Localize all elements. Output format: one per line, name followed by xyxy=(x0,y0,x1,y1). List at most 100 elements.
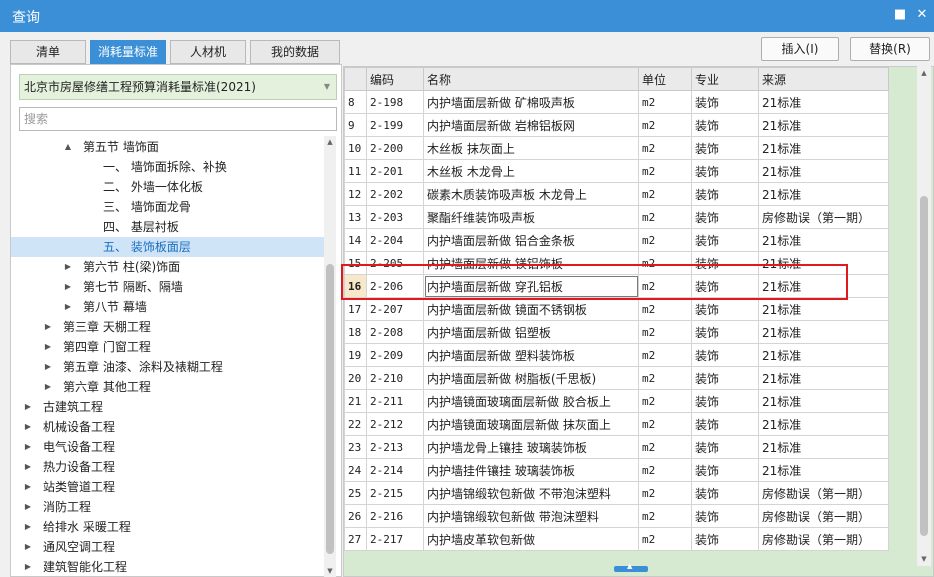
row-number-cell[interactable]: 24 xyxy=(344,458,367,482)
table-row[interactable]: 25 2-215 内护墙锦缎软包新做 不带泡沫塑料 m2 装饰 房修勘误（第一期） xyxy=(344,481,889,505)
name-cell[interactable]: 内护墙龙骨上镶挂 玻璃装饰板 xyxy=(423,435,639,459)
name-cell[interactable]: 内护墙皮革软包新做 xyxy=(423,527,639,551)
row-number-cell[interactable]: 15 xyxy=(344,251,367,275)
major-cell[interactable]: 装饰 xyxy=(691,182,759,206)
unit-cell[interactable]: m2 xyxy=(638,113,692,137)
tab-bill[interactable]: 清单 xyxy=(10,40,86,64)
close-icon[interactable]: ✕ xyxy=(914,7,930,23)
name-cell[interactable]: 碳素木质装饰吸声板 木龙骨上 xyxy=(423,182,639,206)
unit-cell[interactable]: m2 xyxy=(638,458,692,482)
major-cell[interactable]: 装饰 xyxy=(691,274,759,298)
row-number-cell[interactable]: 8 xyxy=(344,90,367,114)
table-row[interactable]: 14 2-204 内护墙面层新做 铝合金条板 m2 装饰 21标准 xyxy=(344,228,889,252)
row-number-cell[interactable]: 10 xyxy=(344,136,367,160)
table-row[interactable]: 8 2-198 内护墙面层新做 矿棉吸声板 m2 装饰 21标准 xyxy=(344,90,889,114)
code-cell[interactable]: 2-199 xyxy=(366,113,424,137)
source-cell[interactable]: 21标准 xyxy=(758,136,889,160)
table-row[interactable]: 10 2-200 木丝板 抹灰面上 m2 装饰 21标准 xyxy=(344,136,889,160)
scroll-up-icon[interactable]: ▲ xyxy=(917,66,931,80)
source-cell[interactable]: 21标准 xyxy=(758,320,889,344)
unit-cell[interactable]: m2 xyxy=(638,182,692,206)
name-cell[interactable]: 内护墙面层新做 镜面不锈钢板 xyxy=(423,297,639,321)
code-cell[interactable]: 2-205 xyxy=(366,251,424,275)
expand-icon[interactable]: ▶ xyxy=(23,517,33,537)
source-cell[interactable]: 21标准 xyxy=(758,90,889,114)
name-cell[interactable]: 内护墙面层新做 矿棉吸声板 xyxy=(423,90,639,114)
expand-icon[interactable]: ▶ xyxy=(23,477,33,497)
source-cell[interactable]: 21标准 xyxy=(758,343,889,367)
row-number-cell[interactable]: 9 xyxy=(344,113,367,137)
major-cell[interactable]: 装饰 xyxy=(691,90,759,114)
major-cell[interactable]: 装饰 xyxy=(691,366,759,390)
code-cell[interactable]: 2-215 xyxy=(366,481,424,505)
major-cell[interactable]: 装饰 xyxy=(691,481,759,505)
tree-node-sub-3[interactable]: 三、 墙饰面龙骨 xyxy=(11,197,325,217)
major-cell[interactable]: 装饰 xyxy=(691,458,759,482)
row-number-cell[interactable]: 20 xyxy=(344,366,367,390)
collapse-icon[interactable]: ▲ xyxy=(63,137,73,157)
expand-icon[interactable]: ▶ xyxy=(63,277,73,297)
code-cell[interactable]: 2-217 xyxy=(366,527,424,551)
row-number-cell[interactable]: 17 xyxy=(344,297,367,321)
expand-icon[interactable]: ▶ xyxy=(43,377,53,397)
name-cell[interactable]: 内护墙锦缎软包新做 不带泡沫塑料 xyxy=(423,481,639,505)
expand-icon[interactable]: ▶ xyxy=(43,357,53,377)
row-number-cell[interactable]: 11 xyxy=(344,159,367,183)
scroll-down-icon[interactable]: ▼ xyxy=(917,552,931,566)
table-row[interactable]: 13 2-203 聚酯纤维装饰吸声板 m2 装饰 房修勘误（第一期） xyxy=(344,205,889,229)
unit-cell[interactable]: m2 xyxy=(638,343,692,367)
unit-cell[interactable]: m2 xyxy=(638,159,692,183)
name-cell[interactable]: 内护墙镜面玻璃面层新做 胶合板上 xyxy=(423,389,639,413)
code-cell[interactable]: 2-216 xyxy=(366,504,424,528)
unit-cell[interactable]: m2 xyxy=(638,481,692,505)
column-header-unit[interactable]: 单位 xyxy=(638,67,692,91)
tree-node-ancient-building[interactable]: ▶ 古建筑工程 xyxy=(11,397,325,417)
major-cell[interactable]: 装饰 xyxy=(691,136,759,160)
unit-cell[interactable]: m2 xyxy=(638,320,692,344)
row-number-cell[interactable]: 19 xyxy=(344,343,367,367)
code-cell[interactable]: 2-207 xyxy=(366,297,424,321)
maximize-icon[interactable]: ■ xyxy=(892,7,908,23)
unit-cell[interactable]: m2 xyxy=(638,435,692,459)
row-number-cell[interactable]: 13 xyxy=(344,205,367,229)
tree-node-section-8[interactable]: ▶ 第八节 幕墙 xyxy=(11,297,325,317)
table-row[interactable]: 24 2-214 内护墙挂件镶挂 玻璃装饰板 m2 装饰 21标准 xyxy=(344,458,889,482)
name-cell[interactable]: 内护墙面层新做 镁铝饰板 xyxy=(423,251,639,275)
scroll-up-icon[interactable]: ▲ xyxy=(324,136,336,148)
replace-button[interactable]: 替换(R) xyxy=(850,37,930,61)
name-cell[interactable]: 内护墙面层新做 塑料装饰板 xyxy=(423,343,639,367)
tree-node-hvac[interactable]: ▶ 通风空调工程 xyxy=(11,537,325,557)
source-cell[interactable]: 21标准 xyxy=(758,182,889,206)
tree-scrollbar-thumb[interactable] xyxy=(326,264,334,554)
column-header-major[interactable]: 专业 xyxy=(691,67,759,91)
tree-node-mechanical[interactable]: ▶ 机械设备工程 xyxy=(11,417,325,437)
table-row[interactable]: 27 2-217 内护墙皮革软包新做 m2 装饰 房修勘误（第一期） xyxy=(344,527,889,551)
tree-node-electrical[interactable]: ▶ 电气设备工程 xyxy=(11,437,325,457)
code-cell[interactable]: 2-200 xyxy=(366,136,424,160)
table-row[interactable]: 19 2-209 内护墙面层新做 塑料装饰板 m2 装饰 21标准 xyxy=(344,343,889,367)
tree-node-sub-2[interactable]: 二、 外墙一体化板 xyxy=(11,177,325,197)
table-row[interactable]: 12 2-202 碳素木质装饰吸声板 木龙骨上 m2 装饰 21标准 xyxy=(344,182,889,206)
major-cell[interactable]: 装饰 xyxy=(691,504,759,528)
name-cell[interactable]: 木丝板 抹灰面上 xyxy=(423,136,639,160)
standard-select[interactable]: 北京市房屋修缮工程预算消耗量标准(2021) ▼ xyxy=(19,74,337,100)
source-cell[interactable]: 21标准 xyxy=(758,458,889,482)
tree-node-sub-5-selected[interactable]: 五、 装饰板面层 xyxy=(11,237,325,257)
scroll-down-icon[interactable]: ▼ xyxy=(324,565,336,577)
code-cell[interactable]: 2-198 xyxy=(366,90,424,114)
unit-cell[interactable]: m2 xyxy=(638,90,692,114)
row-number-cell[interactable]: 14 xyxy=(344,228,367,252)
code-cell[interactable]: 2-208 xyxy=(366,320,424,344)
source-cell[interactable]: 房修勘误（第一期） xyxy=(758,205,889,229)
source-cell[interactable]: 房修勘误（第一期） xyxy=(758,504,889,528)
unit-cell[interactable]: m2 xyxy=(638,504,692,528)
tree-node-section-7[interactable]: ▶ 第七节 隔断、隔墙 xyxy=(11,277,325,297)
row-number-cell[interactable]: 12 xyxy=(344,182,367,206)
name-cell[interactable]: 内护墙面层新做 岩棉铝板网 xyxy=(423,113,639,137)
table-row[interactable]: 22 2-212 内护墙镜面玻璃面层新做 抹灰面上 m2 装饰 21标准 xyxy=(344,412,889,436)
code-cell[interactable]: 2-203 xyxy=(366,205,424,229)
tab-labor-material-machine[interactable]: 人材机 xyxy=(170,40,246,64)
tree-node-chapter-5[interactable]: ▶ 第五章 油漆、涂料及裱糊工程 xyxy=(11,357,325,377)
code-cell[interactable]: 2-213 xyxy=(366,435,424,459)
source-cell[interactable]: 21标准 xyxy=(758,297,889,321)
